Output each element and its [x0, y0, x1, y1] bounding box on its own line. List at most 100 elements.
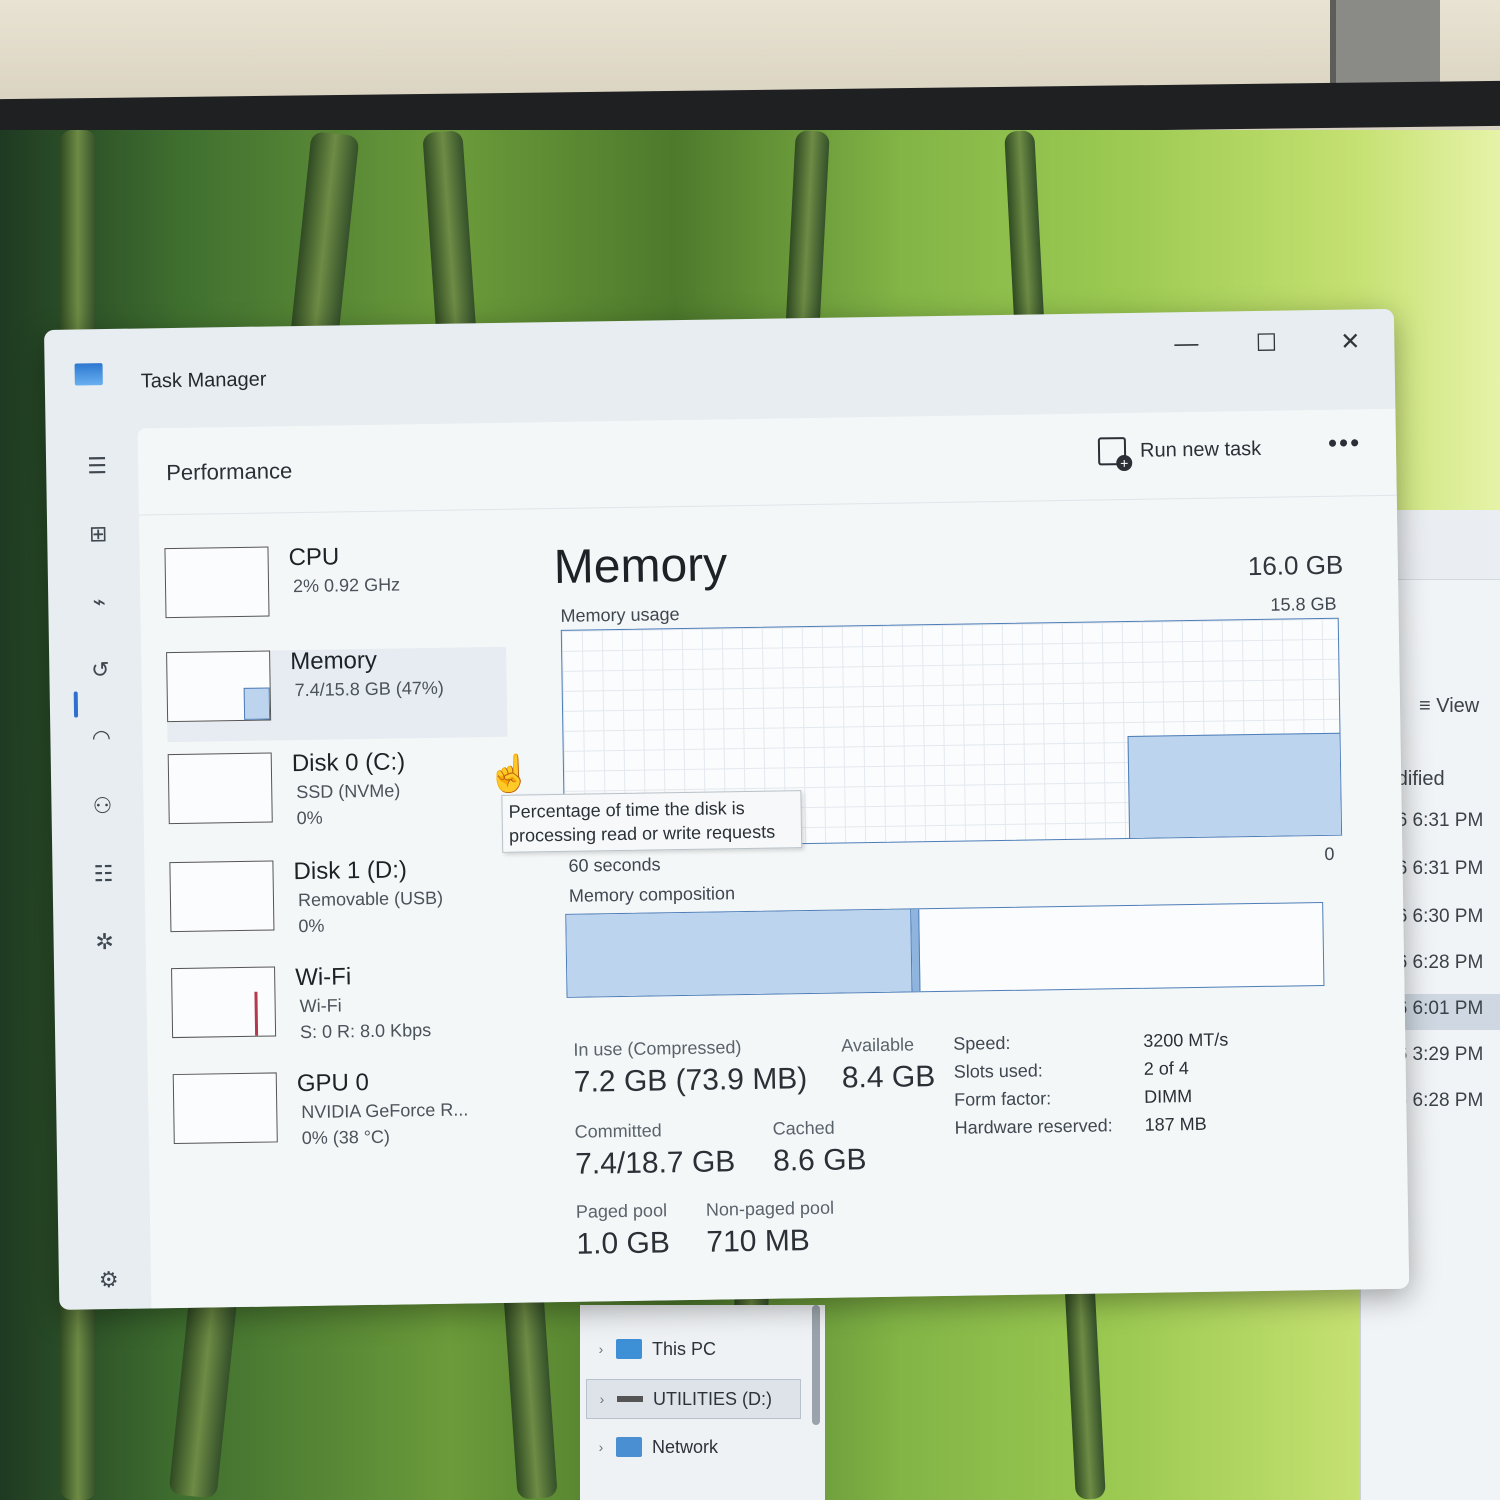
slots-value: 2 of 4: [1143, 1058, 1189, 1079]
cpu-mini-graph: [164, 546, 270, 619]
chevron-right-icon[interactable]: ›: [587, 1391, 617, 1407]
paged-pool-value: 1.0 GB: [576, 1226, 671, 1261]
device-type: NVIDIA GeForce R...: [301, 1099, 469, 1123]
list-icon: ≡: [1419, 695, 1437, 717]
maximize-button[interactable]: ☐: [1244, 328, 1288, 358]
disk-tooltip: Percentage of time the disk is processin…: [501, 790, 803, 853]
device-type: Wi-Fi: [299, 995, 342, 1017]
memory-specs: Speed: 3200 MT/s Slots used: 2 of 4 Form…: [138, 409, 1396, 1137]
disk0-mini-graph: [167, 752, 273, 825]
paged-pool-label: Paged pool: [575, 1200, 668, 1222]
device-disk-1[interactable]: Disk 1 (D:) Removable (USB) 0%: [169, 856, 510, 952]
app-history-icon[interactable]: ↺: [85, 655, 115, 685]
wifi-spike: [254, 991, 259, 1036]
available-label: Available: [841, 1034, 915, 1056]
memory-composition-bar: [565, 901, 1325, 998]
non-paged-pool-label: Non-paged pool: [705, 1197, 835, 1220]
slots-label: Slots used:: [953, 1060, 1043, 1082]
task-manager-app-icon: [74, 363, 103, 386]
memory-composition-label: Memory composition: [568, 883, 736, 906]
device-stat: S: 0 R: 8.0 Kbps: [299, 1020, 432, 1043]
view-button[interactable]: ≡ View: [1419, 695, 1479, 718]
gpu-mini-graph: [172, 1072, 278, 1145]
device-name: Wi-Fi: [294, 963, 352, 992]
device-type: SSD (NVMe): [296, 780, 401, 803]
hardware-reserved-label: Hardware reserved:: [954, 1115, 1113, 1138]
committed-value: 7.4/18.7 GB: [574, 1145, 736, 1181]
wifi-mini-graph: [171, 966, 277, 1039]
performance-panel: Performance Run new task ••• CPU 2% 0.92…: [137, 408, 1410, 1309]
available-value: 8.4 GB: [841, 1060, 936, 1095]
device-stat: 0%: [296, 807, 323, 829]
device-gpu-0[interactable]: GPU 0 NVIDIA GeForce R... 0% (38 °C): [172, 1068, 514, 1164]
device-name: GPU 0: [296, 1068, 370, 1098]
chevron-right-icon[interactable]: ›: [586, 1341, 616, 1357]
speed-label: Speed:: [953, 1032, 1011, 1054]
nav-label: This PC: [652, 1338, 717, 1359]
speed-value: 3200 MT/s: [1143, 1029, 1229, 1051]
minimize-button[interactable]: —: [1164, 330, 1208, 359]
computer-icon: [616, 1339, 642, 1359]
committed-label: Committed: [574, 1120, 662, 1142]
device-stat: 0%: [298, 915, 325, 937]
cached-label: Cached: [772, 1117, 835, 1139]
settings-gear-icon[interactable]: ⚙: [99, 1267, 119, 1293]
device-name: Memory: [290, 646, 378, 676]
run-task-label: Run new task: [1139, 437, 1262, 462]
view-label: View: [1436, 695, 1480, 717]
network-icon: [616, 1437, 642, 1457]
time-axis-label: 60 seconds: [568, 854, 661, 876]
scrollbar[interactable]: [812, 1305, 820, 1425]
device-stat: 2% 0.92 GHz: [292, 574, 401, 597]
nav-item-utilities[interactable]: › UTILITIES (D:): [586, 1379, 801, 1419]
memory-mini-fill: [243, 687, 271, 720]
nav-label: Network: [652, 1436, 719, 1457]
services-icon[interactable]: ✲: [89, 927, 119, 957]
device-cpu[interactable]: CPU 2% 0.92 GHz: [164, 543, 505, 638]
device-type: Removable (USB): [297, 887, 444, 911]
device-name: Disk 0 (C:): [291, 748, 406, 778]
form-factor-label: Form factor:: [954, 1088, 1052, 1110]
modified-segment: [911, 909, 921, 992]
window-title: Task Manager: [140, 368, 267, 393]
disk1-mini-graph: [169, 860, 275, 933]
device-disk-0[interactable]: Disk 0 (C:) SSD (NVMe) 0%: [167, 748, 509, 844]
device-memory[interactable]: Memory 7.4/15.8 GB (47%): [166, 646, 508, 743]
users-icon[interactable]: ⚇: [87, 791, 117, 821]
device-name: Disk 1 (D:): [293, 856, 408, 886]
memory-total: 16.0 GB: [1247, 549, 1344, 582]
nav-item-network[interactable]: › Network: [586, 1427, 801, 1467]
processes-icon[interactable]: ⊞: [83, 519, 113, 549]
memory-usage-label: Memory usage: [560, 604, 680, 626]
device-name: CPU: [288, 543, 340, 572]
page-title: Performance: [166, 458, 293, 486]
in-use-value: 7.2 GB (73.9 MB): [573, 1062, 808, 1099]
memory-mini-graph: [166, 650, 272, 723]
device-stat: 0% (38 °C): [301, 1126, 391, 1149]
memory-usage-fill: [1127, 732, 1343, 839]
hamburger-menu-icon[interactable]: ☰: [82, 451, 112, 481]
nav-sidebar: ☰ ⊞ ⌁ ↺ ◠ ⚇ ☷ ✲: [46, 429, 150, 1310]
run-new-task-button[interactable]: Run new task: [1097, 435, 1262, 466]
chevron-right-icon[interactable]: ›: [586, 1439, 616, 1455]
performance-icon[interactable]: ⌁: [84, 587, 114, 617]
device-stat: 7.4/15.8 GB (47%): [294, 677, 444, 701]
memory-stats: In use (Compressed) 7.2 GB (73.9 MB) Ava…: [138, 409, 1396, 1260]
details-icon[interactable]: ☷: [88, 859, 118, 889]
device-wifi[interactable]: Wi-Fi Wi-Fi S: 0 R: 8.0 Kbps: [171, 963, 512, 1058]
form-factor-value: DIMM: [1144, 1086, 1193, 1107]
drive-icon: [617, 1396, 643, 1402]
nav-label: UTILITIES (D:): [653, 1388, 773, 1409]
more-options-button[interactable]: •••: [1328, 427, 1362, 459]
zero-axis-label: 0: [1324, 843, 1335, 864]
hardware-reserved-value: 187 MB: [1144, 1113, 1207, 1135]
memory-usage-max: 15.8 GB: [1270, 593, 1337, 615]
cached-value: 8.6 GB: [772, 1143, 867, 1178]
startup-apps-icon[interactable]: ◠: [86, 723, 116, 753]
memory-title: Memory: [553, 538, 728, 595]
nav-item-this-pc[interactable]: › This PC: [586, 1329, 801, 1369]
active-indicator: [73, 691, 79, 718]
in-use-label: In use (Compressed): [573, 1037, 742, 1060]
close-button[interactable]: ✕: [1328, 327, 1372, 357]
header-divider: [138, 494, 1397, 516]
